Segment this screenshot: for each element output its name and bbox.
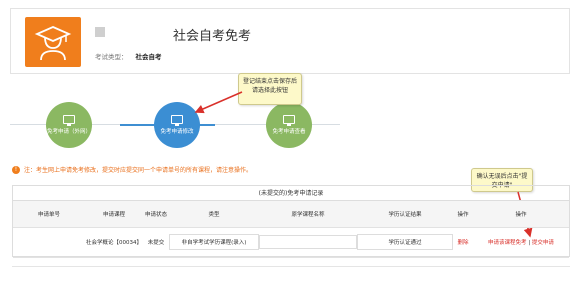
records-table: 申请单号 申请课程 申请状态 类型 原学课程名称 学历认证结果 操作 操作 社会… <box>13 201 569 258</box>
panel-title: (未提交的)免考申请记录 <box>13 186 569 201</box>
table-row: 社会学概论【00034】 未提交 非自学考试学历课程(录入) 学历认证通过 删除… <box>13 227 569 258</box>
cell-status: 未提交 <box>143 227 169 258</box>
profile-header: 社会自考免考 考试类型： 社会自考 <box>10 8 570 74</box>
graduate-avatar-icon <box>25 17 81 67</box>
cell-type: 非自学考试学历课程(录入) <box>169 227 259 258</box>
step-apply-view[interactable]: 免考申请查看 <box>266 102 312 148</box>
monitor-icon <box>63 115 75 126</box>
step-apply-modify[interactable]: 免考申请修改 <box>154 102 200 148</box>
col-header: 申请单号 <box>13 201 85 228</box>
cell-auth-result: 学历认证通过 <box>357 227 453 258</box>
step-label: 免考申请修改 <box>160 129 194 135</box>
divider <box>12 266 570 267</box>
delete-link[interactable]: 删除 <box>457 240 468 246</box>
notice-bar: ! 注：考生网上申请免考修改，提交时应提交同一个申请单号的所有课程，请注意操作。 <box>12 165 252 174</box>
auth-result-box: 学历认证通过 <box>357 234 453 250</box>
cell-original-course <box>259 227 357 258</box>
records-panel: (未提交的)免考申请记录 申请单号 申请课程 申请状态 类型 原学课程名称 学历… <box>12 185 570 258</box>
monitor-icon <box>283 115 295 126</box>
col-header: 申请状态 <box>143 201 169 228</box>
step-label: 免考申请（外网） <box>46 129 91 135</box>
type-select[interactable]: 非自学考试学历课程(录入) <box>169 234 259 250</box>
exam-type: 考试类型： 社会自考 <box>95 51 162 61</box>
col-header: 学历认证结果 <box>357 201 453 228</box>
col-header: 申请课程 <box>85 201 143 228</box>
col-header: 类型 <box>169 201 259 228</box>
cell-application-id <box>13 227 85 258</box>
original-course-input[interactable] <box>259 235 357 249</box>
monitor-icon <box>171 115 183 126</box>
table-header-row: 申请单号 申请课程 申请状态 类型 原学课程名称 学历认证结果 操作 操作 <box>13 201 569 228</box>
apply-exemption-link[interactable]: 申请该课程免考 <box>488 240 527 246</box>
step-apply-external[interactable]: 免考申请（外网） <box>46 102 92 148</box>
col-header: 操作 <box>453 201 473 228</box>
cell-delete: 删除 <box>453 227 473 258</box>
exam-type-label: 考试类型： <box>95 53 128 61</box>
cell-course: 社会学概论【00034】 <box>85 227 143 258</box>
step-label: 免考申请查看 <box>272 129 306 135</box>
col-header: 操作 <box>473 201 569 228</box>
notice-text: 注：考生网上申请免考修改，提交时应提交同一个申请单号的所有课程，请注意操作。 <box>24 167 253 174</box>
warning-icon: ! <box>12 165 20 174</box>
action-separator: | <box>528 240 531 246</box>
col-header: 原学课程名称 <box>259 201 357 228</box>
exam-type-value: 社会自考 <box>135 53 162 61</box>
cell-actions: 申请该课程免考 | 提交申请 <box>473 227 569 258</box>
save-tip-callout: 登记结束点击保存后请选择此按钮 <box>238 73 302 105</box>
page-title: 社会自考免考 <box>173 29 252 44</box>
submit-application-link[interactable]: 提交申请 <box>532 240 554 246</box>
name-placeholder <box>95 27 105 37</box>
